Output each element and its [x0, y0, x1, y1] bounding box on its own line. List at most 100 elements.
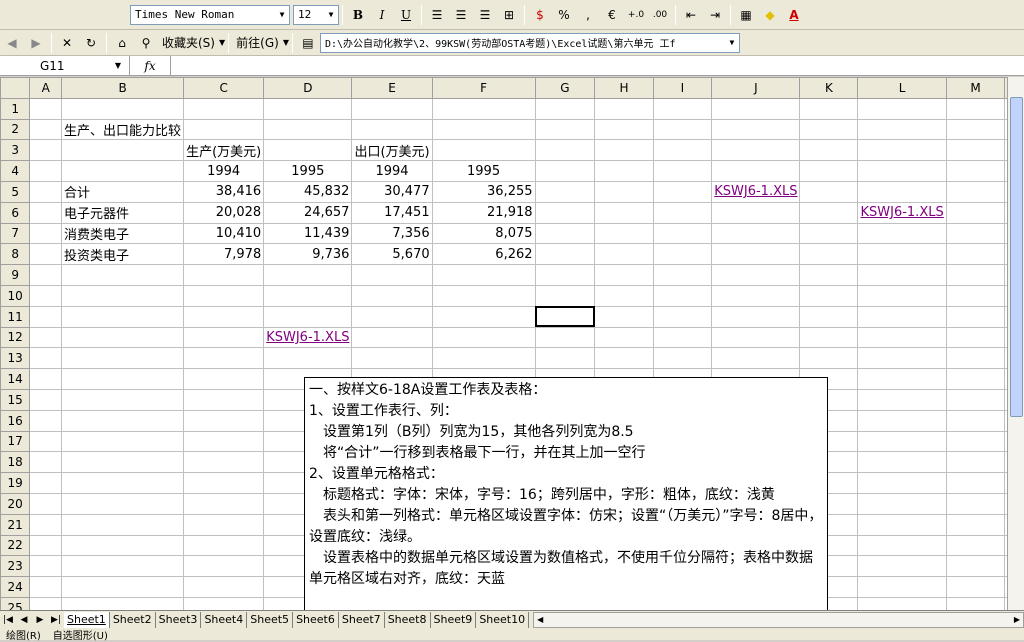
- cell-c15[interactable]: [183, 388, 265, 411]
- row-header-24[interactable]: 24: [0, 576, 31, 598]
- sheet-tab-sheet1[interactable]: Sheet1: [64, 611, 110, 628]
- cell-k11[interactable]: [799, 305, 859, 328]
- sheet-tab-sheet10[interactable]: Sheet10: [476, 611, 530, 628]
- currency-icon[interactable]: $: [529, 4, 551, 26]
- cell-a25[interactable]: [29, 596, 63, 610]
- cell-a2[interactable]: [29, 118, 63, 141]
- font-name-combo[interactable]: Times New Roman ▼: [130, 4, 290, 25]
- cell-c1[interactable]: [183, 97, 265, 120]
- cell-l16[interactable]: [857, 409, 947, 432]
- cell-j13[interactable]: [711, 347, 801, 370]
- home-icon[interactable]: ⌂: [111, 32, 133, 54]
- column-header-i[interactable]: I: [652, 77, 713, 99]
- cell-l1[interactable]: [857, 97, 947, 120]
- cell-a18[interactable]: [29, 451, 63, 474]
- cell-i8[interactable]: [652, 243, 713, 266]
- underline-button[interactable]: U: [395, 4, 417, 26]
- cell-b23[interactable]: [61, 555, 185, 578]
- cell-g6[interactable]: [534, 201, 596, 224]
- cell-b5[interactable]: 合计: [61, 180, 185, 203]
- cell-i11[interactable]: [652, 305, 713, 328]
- cell-m2[interactable]: [945, 118, 1006, 141]
- cell-k10[interactable]: [799, 284, 859, 307]
- cell-a8[interactable]: [29, 243, 63, 266]
- cell-h4[interactable]: [594, 160, 654, 182]
- cell-a11[interactable]: [29, 305, 63, 328]
- cell-g1[interactable]: [534, 97, 596, 120]
- cell-h1[interactable]: [594, 97, 654, 120]
- bold-button[interactable]: B: [347, 4, 369, 26]
- cell-b12[interactable]: [61, 326, 185, 349]
- cell-a23[interactable]: [29, 555, 63, 578]
- cell-a6[interactable]: [29, 201, 63, 224]
- cell-b18[interactable]: [61, 451, 185, 474]
- cell-b19[interactable]: [61, 472, 185, 494]
- show-only-web-toolbar-icon[interactable]: ▤: [297, 32, 319, 54]
- cell-k8[interactable]: [799, 243, 859, 266]
- cell-h13[interactable]: [594, 347, 654, 370]
- cell-m24[interactable]: [945, 576, 1006, 598]
- decrease-decimal-icon[interactable]: .00: [649, 4, 671, 26]
- cell-e8[interactable]: 5,670: [351, 243, 433, 266]
- cell-m7[interactable]: [945, 222, 1006, 245]
- cell-e13[interactable]: [351, 347, 433, 370]
- cell-m17[interactable]: [945, 430, 1006, 453]
- row-header-12[interactable]: 12: [0, 326, 31, 349]
- row-header-15[interactable]: 15: [0, 388, 31, 411]
- cell-e7[interactable]: 7,356: [351, 222, 433, 245]
- cell-d1[interactable]: [263, 97, 353, 120]
- cell-l8[interactable]: [857, 243, 947, 266]
- cell-k9[interactable]: [799, 264, 859, 286]
- cell-l14[interactable]: [857, 368, 947, 390]
- cell-e5[interactable]: 30,477: [351, 180, 433, 203]
- draw-menu[interactable]: 绘图(R): [0, 627, 47, 642]
- cell-f9[interactable]: [431, 264, 536, 286]
- cell-l5[interactable]: [857, 180, 947, 203]
- row-header-13[interactable]: 13: [0, 347, 31, 370]
- cell-c6[interactable]: 20,028: [183, 201, 265, 224]
- cell-c22[interactable]: [183, 534, 265, 557]
- favorites-menu[interactable]: 收藏夹(S): [158, 34, 219, 51]
- scroll-thumb[interactable]: [1010, 97, 1023, 417]
- chevron-down-icon[interactable]: ▼: [275, 6, 289, 24]
- chevron-down-icon[interactable]: ▼: [115, 61, 121, 70]
- cell-c19[interactable]: [183, 472, 265, 494]
- cell-b14[interactable]: [61, 368, 185, 390]
- cell-b10[interactable]: [61, 284, 185, 307]
- cell-d7[interactable]: 11,439: [263, 222, 353, 245]
- cell-j4[interactable]: [711, 160, 801, 182]
- vertical-scrollbar[interactable]: [1007, 77, 1024, 610]
- refresh-icon[interactable]: ↻: [80, 32, 102, 54]
- cell-b25[interactable]: [61, 596, 185, 610]
- cell-k13[interactable]: [799, 347, 859, 370]
- cell-i5[interactable]: [652, 180, 713, 203]
- prev-sheet-icon[interactable]: ◀: [16, 615, 32, 625]
- cell-e10[interactable]: [351, 284, 433, 307]
- select-all-corner[interactable]: [0, 77, 31, 99]
- cell-d4[interactable]: 1995: [263, 160, 353, 182]
- cell-g9[interactable]: [534, 264, 596, 286]
- horizontal-scrollbar[interactable]: ◀ ▶: [533, 611, 1024, 628]
- autoshape-menu[interactable]: 自选图形(U): [47, 627, 114, 642]
- column-header-e[interactable]: E: [351, 77, 433, 99]
- cell-b16[interactable]: [61, 409, 185, 432]
- increase-decimal-icon[interactable]: +.0: [625, 4, 647, 26]
- row-header-25[interactable]: 25: [0, 596, 31, 610]
- cell-b21[interactable]: [61, 513, 185, 536]
- cell-l23[interactable]: [857, 555, 947, 578]
- cell-d10[interactable]: [263, 284, 353, 307]
- column-header-c[interactable]: C: [183, 77, 265, 99]
- cell-a9[interactable]: [29, 264, 63, 286]
- cell-c11[interactable]: [183, 305, 265, 328]
- cell-a17[interactable]: [29, 430, 63, 453]
- cell-j3[interactable]: [711, 139, 801, 162]
- cell-i13[interactable]: [652, 347, 713, 370]
- cell-a20[interactable]: [29, 492, 63, 515]
- cell-l19[interactable]: [857, 472, 947, 494]
- column-header-j[interactable]: J: [711, 77, 801, 99]
- cell-c5[interactable]: 38,416: [183, 180, 265, 203]
- sheet-tab-sheet4[interactable]: Sheet4: [201, 611, 248, 628]
- row-header-18[interactable]: 18: [0, 451, 31, 474]
- cell-m23[interactable]: [945, 555, 1006, 578]
- cell-m20[interactable]: [945, 492, 1006, 515]
